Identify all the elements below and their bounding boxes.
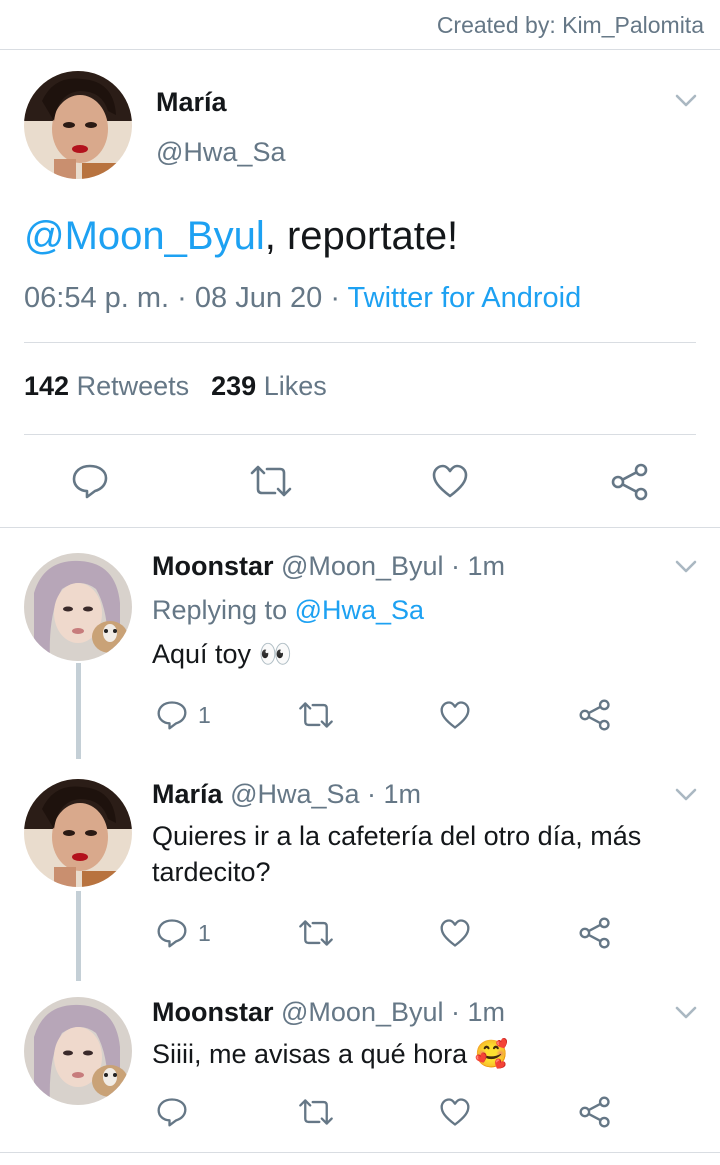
like-button[interactable] (431, 463, 469, 499)
share-button[interactable] (579, 1096, 611, 1128)
retweets-stat[interactable]: 142 Retweets (24, 371, 189, 401)
retweet-button[interactable] (297, 700, 335, 730)
tweet-text: @Moon_Byul, reportate! (24, 214, 458, 259)
reply-header: Moonstar @Moon_Byul · 1m (152, 997, 505, 1028)
author-handle[interactable]: @Hwa_Sa (230, 779, 359, 809)
share-button[interactable] (579, 917, 611, 949)
like-icon (440, 701, 470, 729)
tweet-time: · 1m (451, 551, 506, 581)
reply-button[interactable]: 1 (156, 918, 211, 948)
reply-tweet[interactable]: Moonstar @Moon_Byul · 1m Siiii, me avisa… (0, 981, 720, 1152)
share-button[interactable] (579, 699, 611, 731)
author-name[interactable]: Moonstar (152, 551, 274, 581)
thread-line (76, 891, 81, 981)
share-button[interactable] (611, 463, 649, 501)
tweet-time: · 1m (367, 779, 422, 809)
share-icon (579, 917, 610, 949)
reply-header: Moonstar @Moon_Byul · 1m (152, 551, 505, 582)
avatar[interactable] (24, 997, 132, 1105)
reply-button[interactable] (156, 1097, 188, 1127)
avatar[interactable] (24, 779, 132, 887)
tweet-body: , reportate! (264, 214, 459, 258)
reply-text: Aquí toy 👀 (152, 639, 293, 669)
retweet-icon (299, 920, 333, 946)
meta-separator: · (322, 282, 348, 314)
avatar[interactable] (24, 553, 132, 661)
reply-icon (157, 1098, 187, 1127)
reply-icon (157, 919, 187, 948)
reply-button[interactable] (71, 463, 109, 499)
replying-to: Replying to @Hwa_Sa (152, 591, 424, 630)
author-name[interactable]: María (156, 87, 227, 118)
author-handle[interactable]: @Hwa_Sa (156, 137, 285, 168)
divider (24, 434, 696, 435)
like-button[interactable] (439, 1097, 471, 1127)
author-handle[interactable]: @Moon_Byul (281, 997, 444, 1027)
chevron-down-icon[interactable] (674, 1005, 698, 1021)
reply-icon (72, 464, 108, 499)
chevron-down-icon[interactable] (674, 559, 698, 575)
reply-header: María @Hwa_Sa · 1m (152, 779, 421, 810)
avatar[interactable] (24, 71, 132, 179)
tweet-time: · 1m (451, 997, 506, 1027)
share-icon (579, 699, 610, 731)
reply-tweet[interactable]: Moonstar @Moon_Byul · 1m Replying to @Hw… (0, 529, 720, 759)
tweet-source-link[interactable]: Twitter for Android (348, 282, 582, 314)
reply-count: 1 (198, 919, 211, 946)
retweet-icon (299, 702, 333, 728)
thread-line (76, 663, 81, 759)
divider (24, 342, 696, 343)
reply-button[interactable]: 1 (156, 700, 211, 730)
divider (0, 1152, 720, 1153)
retweet-button[interactable] (297, 1097, 335, 1127)
author-name[interactable]: Moonstar (152, 997, 274, 1027)
main-tweet: María @Hwa_Sa @Moon_Byul, reportate! 06:… (0, 51, 720, 528)
chevron-down-icon[interactable] (674, 93, 698, 109)
reply-text: Siiii, me avisas a qué hora 🥰 (152, 1039, 509, 1069)
tweet-actions (0, 459, 720, 503)
share-icon (611, 463, 648, 501)
retweet-button[interactable] (248, 463, 294, 499)
mention-link[interactable]: @Moon_Byul (24, 214, 265, 258)
tweet-stats: 142 Retweets 239 Likes (24, 371, 327, 402)
likes-stat[interactable]: 239 Likes (211, 371, 327, 401)
reply-tweet[interactable]: María @Hwa_Sa · 1m Quieres ir a la cafet… (0, 759, 720, 981)
author-handle[interactable]: @Moon_Byul (281, 551, 444, 581)
like-icon (440, 1098, 470, 1126)
author-name[interactable]: María (152, 779, 223, 809)
likes-count: 239 (211, 371, 257, 401)
reply-icon (157, 701, 187, 730)
reply-count: 1 (198, 701, 211, 728)
meta-separator: · (169, 282, 195, 314)
tweet-meta: 06:54 p. m. · 08 Jun 20 · Twitter for An… (24, 282, 581, 315)
tweet-time: 06:54 p. m. (24, 282, 170, 314)
retweet-icon (250, 465, 292, 497)
retweets-count: 142 (24, 371, 70, 401)
chevron-down-icon[interactable] (674, 787, 698, 803)
reply-text-line: tardecito? (152, 857, 271, 887)
share-icon (579, 1096, 610, 1128)
replying-handle-link[interactable]: @Hwa_Sa (295, 595, 424, 625)
like-button[interactable] (439, 700, 471, 730)
credit-bar: Created by: Kim_Palomita (0, 0, 720, 50)
like-icon (432, 464, 468, 498)
retweet-button[interactable] (297, 918, 335, 948)
replying-prefix: Replying to (152, 595, 295, 625)
tweet-date: 08 Jun 20 (194, 282, 323, 314)
reply-text-line: Quieres ir a la cafetería del otro día, … (152, 821, 642, 851)
like-button[interactable] (439, 918, 471, 948)
retweets-label: Retweets (76, 371, 190, 401)
likes-label: Likes (263, 371, 327, 401)
credit-text: Created by: Kim_Palomita (436, 12, 704, 38)
like-icon (440, 919, 470, 947)
retweet-icon (299, 1099, 333, 1125)
